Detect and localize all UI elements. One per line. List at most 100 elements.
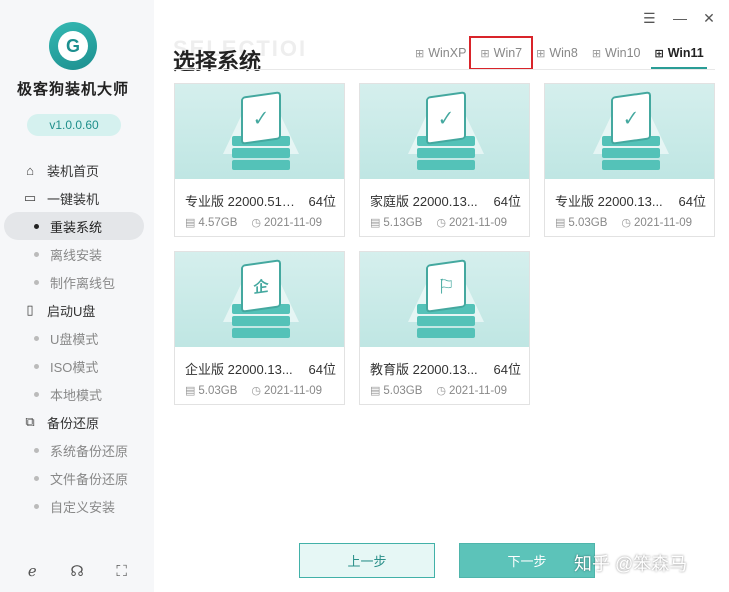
nav-sub-reinstall-system[interactable]: 重装系统 (4, 212, 144, 240)
system-thumbnail: 企 (175, 252, 344, 347)
tab-win7[interactable]: ⊞ Win7 (469, 36, 534, 70)
minimize-button[interactable]: — (673, 10, 687, 27)
nav-label: U盘模式 (50, 331, 99, 347)
tab-win11[interactable]: ⊞ Win11 (647, 40, 710, 69)
nav-sub-iso-mode[interactable]: ISO模式 (0, 352, 154, 380)
headset-icon[interactable]: ☊ (68, 563, 86, 581)
system-date: 2021-11-09 (264, 216, 322, 229)
tab-winxp[interactable]: ⊞ WinXP (408, 40, 473, 66)
system-card-pro-2[interactable]: ✓ 专业版 22000.13... 64位 ▤ 5.03GB ◷ 2021-11-09 (544, 83, 715, 237)
usb-icon: ▯ (26, 302, 34, 317)
nav-item-backup-restore[interactable]: ⧉ 备份还原 (0, 408, 154, 436)
system-size: 5.03GB (383, 384, 423, 397)
sidebar: G 极客狗装机大师 v1.0.0.60 ⌂ 装机首页 ▭ 一键装机 重装系统 离线安… (0, 0, 154, 592)
disk-icon: ▤ (555, 217, 566, 229)
system-bits: 64位 (678, 194, 706, 209)
monitor-icon: ▭ (23, 190, 37, 205)
nav-sub-custom-install[interactable]: 自定义安装 (0, 492, 154, 520)
system-bits: 64位 (308, 362, 336, 377)
system-thumbnail: ⚐ (360, 252, 529, 347)
checkmark-icon: ✓ (426, 91, 466, 145)
nav-sub-file-backup[interactable]: 文件备份还原 (0, 464, 154, 492)
page-title: 选择系统 (173, 49, 262, 74)
nav-label: 离线安装 (50, 247, 103, 263)
nav-item-boot-usb[interactable]: ▯ 启动U盘 (0, 296, 154, 324)
windows-8-icon: ⊞ (536, 47, 546, 60)
expand-icon[interactable]: ⛶ (113, 563, 131, 581)
menu-icon[interactable]: ☰ (643, 10, 656, 27)
system-thumbnail: ✓ (360, 84, 529, 179)
nav-label: 制作离线包 (50, 275, 116, 291)
system-name: 家庭版 22000.13... (370, 194, 478, 209)
system-name: 教育版 22000.13... (370, 362, 478, 377)
nav-label: 备份还原 (47, 415, 100, 431)
disk-icon: ▤ (185, 385, 196, 397)
nav-label: 文件备份还原 (50, 471, 129, 487)
nav-label: 重装系统 (50, 219, 103, 235)
nav-label: 自定义安装 (50, 499, 116, 515)
system-name: 专业版 22000.51 ... (185, 194, 295, 209)
shield-icon: 企 (241, 259, 281, 313)
nav-item-one-click-install[interactable]: ▭ 一键装机 (0, 184, 154, 212)
app-logo-icon: G (49, 22, 97, 70)
system-name: 专业版 22000.13... (555, 194, 663, 209)
clock-icon: ◷ (251, 217, 262, 229)
nav-label: 系统备份还原 (50, 443, 129, 459)
disk-icon: ▤ (185, 217, 196, 229)
system-size: 4.57GB (198, 216, 238, 229)
disk-icon: ▤ (370, 217, 381, 229)
header-divider (173, 69, 715, 70)
nav-label: 装机首页 (47, 163, 100, 179)
watermark-text: 知乎 @笨森马 (574, 554, 688, 574)
browser-icon[interactable]: ℯ (23, 563, 41, 581)
nav-label: 一键装机 (47, 191, 100, 207)
system-date: 2021-11-09 (449, 216, 507, 229)
windows-xp-icon: ⊞ (415, 47, 425, 60)
app-name: 极客狗装机大师 (16, 81, 129, 98)
windows-10-icon: ⊞ (591, 47, 602, 60)
nav-sub-make-offline-package[interactable]: 制作离线包 (0, 268, 154, 296)
window-controls: ☰ — ✕ (643, 10, 715, 27)
nav-label: 启动U盘 (47, 303, 96, 319)
nav-sub-system-backup[interactable]: 系统备份还原 (0, 436, 154, 464)
nav-item-home[interactable]: ⌂ 装机首页 (0, 156, 154, 184)
tab-win10[interactable]: ⊞ Win10 (585, 40, 648, 66)
nav-sub-offline-install[interactable]: 离线安装 (0, 240, 154, 268)
clock-icon: ◷ (436, 217, 447, 229)
os-tabs: ⊞ WinXP ⊞ Win7 ⊞ Win8 ⊞ Win10 ⊞ Win11 (408, 36, 711, 70)
checkmark-icon: ✓ (611, 91, 651, 145)
nav-label: 本地模式 (50, 387, 103, 403)
system-bits: 64位 (308, 194, 336, 209)
nav-label: ISO模式 (50, 359, 99, 375)
system-card-education[interactable]: ⚐ 教育版 22000.13... 64位 ▤ 5.03GB ◷ 2021-11-09 (359, 251, 530, 405)
sidebar-nav: ⌂ 装机首页 ▭ 一键装机 重装系统 离线安装 制作离线包 ▯ 启动U盘 U盘模式 I… (0, 156, 154, 520)
nav-sub-local-mode[interactable]: 本地模式 (0, 380, 154, 408)
system-card-enterprise[interactable]: 企 企业版 22000.13... 64位 ▤ 5.03GB ◷ 2021-11-09 (174, 251, 345, 405)
previous-step-button[interactable]: 上一步 (299, 543, 435, 578)
system-size: 5.03GB (568, 216, 608, 229)
clock-icon: ◷ (251, 385, 262, 397)
windows-7-icon: ⊞ (480, 47, 490, 60)
system-card-pro-1[interactable]: ✓ 专业版 22000.51 ... 64位 ▤ 4.57GB ◷ 2021-11-0… (174, 83, 345, 237)
backup-icon: ⧉ (25, 414, 35, 429)
system-thumbnail: ✓ (175, 84, 344, 179)
system-size: 5.13GB (383, 216, 423, 229)
windows-11-icon: ⊞ (654, 47, 664, 60)
system-thumbnail: ✓ (545, 84, 714, 179)
system-date: 2021-11-09 (634, 216, 692, 229)
nav-sub-usb-mode[interactable]: U盘模式 (0, 324, 154, 352)
system-card-home[interactable]: ✓ 家庭版 22000.13... 64位 ▤ 5.13GB ◷ 2021-11-09 (359, 83, 530, 237)
system-date: 2021-11-09 (449, 384, 507, 397)
checkmark-icon: ✓ (241, 91, 281, 145)
disk-icon: ▤ (370, 385, 381, 397)
system-date: 2021-11-09 (264, 384, 322, 397)
version-badge: v1.0.0.60 (27, 114, 121, 136)
close-button[interactable]: ✕ (703, 10, 715, 27)
system-bits: 64位 (493, 194, 521, 209)
clock-icon: ◷ (436, 385, 447, 397)
clock-icon: ◷ (621, 217, 632, 229)
tab-win8[interactable]: ⊞ Win8 (529, 40, 585, 66)
system-bits: 64位 (493, 362, 521, 377)
system-name: 企业版 22000.13... (185, 362, 293, 377)
system-size: 5.03GB (198, 384, 238, 397)
